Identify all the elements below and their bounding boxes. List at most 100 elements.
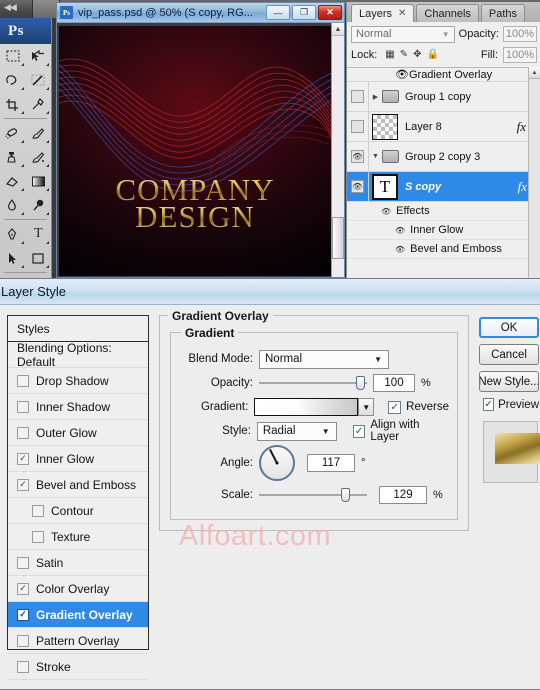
ok-button[interactable]: OK (479, 317, 539, 338)
style-item-inner-shadow[interactable]: Inner Shadow (8, 394, 148, 420)
angle-dial[interactable] (259, 445, 295, 481)
checkbox[interactable] (17, 556, 29, 569)
style-item-pattern-overlay[interactable]: Pattern Overlay (8, 628, 148, 654)
style-item-stroke[interactable]: Stroke (8, 654, 148, 680)
scale-slider[interactable] (259, 487, 367, 503)
style-item-contour[interactable]: Contour (8, 498, 148, 524)
reverse-checkbox-row[interactable]: ✓ Reverse (388, 400, 449, 414)
scroll-up-icon[interactable]: ▲ (332, 23, 344, 36)
table-row[interactable]: 👁 ▼ Group 2 copy 3 (347, 142, 540, 172)
style-item-texture[interactable]: Texture (8, 524, 148, 550)
chevron-down-icon[interactable]: ▼ (442, 30, 450, 39)
slider-knob[interactable] (356, 376, 365, 390)
close-button[interactable]: ✕ (318, 5, 342, 20)
close-icon[interactable]: ✕ (398, 8, 406, 19)
type-tool-icon[interactable]: T (26, 222, 52, 246)
opacity-slider[interactable] (259, 375, 367, 391)
history-brush-tool-icon[interactable] (26, 145, 52, 169)
style-item-outer-glow[interactable]: Outer Glow (8, 420, 148, 446)
canvas-vertical-scrollbar[interactable]: ▲ (331, 23, 344, 277)
transparency-lock-icon[interactable]: ▦ (385, 49, 394, 60)
style-item-satin[interactable]: Satin (8, 550, 148, 576)
tab-channels[interactable]: Channels (416, 4, 479, 22)
position-lock-icon[interactable]: ✥ (413, 49, 421, 60)
scroll-up-icon[interactable]: ▲ (529, 67, 540, 79)
shape-tool-icon[interactable] (26, 246, 52, 270)
visibility-cell[interactable]: 👁 (347, 82, 369, 111)
list-item[interactable]: 👁 Inner Glow (347, 221, 540, 240)
gradient-swatch[interactable] (254, 398, 359, 416)
checkbox[interactable] (32, 530, 44, 543)
crop-tool-icon[interactable] (0, 92, 26, 116)
checkbox[interactable]: ✓ (17, 452, 29, 465)
pen-tool-icon[interactable] (0, 222, 26, 246)
chevron-down-icon[interactable]: ▼ (358, 398, 375, 416)
document-canvas[interactable]: COMPANY DESIGN (59, 26, 331, 276)
dodge-tool-icon[interactable] (26, 193, 52, 217)
style-item-bevel-and-emboss[interactable]: ✓ Bevel and Emboss (8, 472, 148, 498)
move-tool-icon[interactable] (26, 44, 52, 68)
fill-input[interactable]: 100% (503, 46, 537, 63)
brush-tool-icon[interactable] (26, 121, 52, 145)
blend-mode-select[interactable]: Normal ▼ (351, 25, 455, 43)
checkbox[interactable] (17, 400, 29, 413)
tab-layers[interactable]: Layers ✕ (351, 4, 415, 22)
eye-icon[interactable]: 👁 (381, 207, 391, 216)
style-item-blending-options[interactable]: Blending Options: Default (8, 341, 148, 369)
checkbox[interactable] (17, 426, 29, 439)
visibility-cell[interactable]: 👁 (347, 172, 369, 201)
layers-scrollbar[interactable]: ▲ (528, 67, 540, 278)
gradient-style-select[interactable]: Radial ▼ (256, 421, 337, 441)
chevron-down-icon[interactable]: ▼ (374, 355, 382, 364)
maximize-button[interactable]: ❐ (292, 5, 316, 20)
blend-mode-select[interactable]: Normal ▼ (259, 349, 389, 369)
eye-icon[interactable]: 👁 (351, 90, 364, 103)
chevron-down-icon[interactable]: ▼ (369, 153, 382, 160)
checkbox[interactable]: ✓ (352, 424, 366, 438)
all-lock-icon[interactable]: 🔒 (427, 49, 439, 60)
style-item-gradient-overlay[interactable]: ✓ Gradient Overlay (8, 602, 148, 628)
minimize-button[interactable]: — (266, 5, 290, 20)
chevron-right-icon[interactable]: ▶ (369, 93, 382, 101)
checkbox[interactable] (17, 374, 29, 387)
gradient-picker[interactable]: ▼ (254, 398, 375, 416)
clone-stamp-tool-icon[interactable] (0, 145, 26, 169)
angle-input[interactable]: 117 (307, 454, 355, 472)
collapse-panels-icon[interactable]: ◀◀ (4, 2, 17, 13)
style-item-color-overlay[interactable]: ✓ Color Overlay (8, 576, 148, 602)
checkbox[interactable] (32, 504, 44, 517)
marquee-tool-icon[interactable] (0, 44, 26, 68)
chevron-down-icon[interactable]: ▼ (322, 427, 330, 436)
cancel-button[interactable]: Cancel (479, 344, 539, 365)
style-item-drop-shadow[interactable]: Drop Shadow (8, 368, 148, 394)
preview-checkbox-row[interactable]: ✓ Preview (479, 398, 539, 411)
scale-input[interactable]: 129 (379, 486, 427, 504)
eye-icon[interactable]: 👁 (351, 150, 364, 163)
lasso-tool-icon[interactable] (0, 68, 26, 92)
document-title-bar[interactable]: Ps vip_pass.psd @ 50% (S copy, RG... — ❐… (57, 3, 344, 23)
eyedropper-tool-icon[interactable] (26, 92, 52, 116)
table-row[interactable]: 👁 ▶ Group 1 copy (347, 82, 540, 112)
eye-icon[interactable]: 👁 (351, 120, 364, 133)
eye-icon[interactable]: 👁 (395, 68, 409, 81)
healing-brush-tool-icon[interactable] (0, 121, 26, 145)
checkbox[interactable] (17, 660, 29, 673)
eye-icon[interactable]: 👁 (395, 245, 405, 254)
opacity-input[interactable]: 100 (373, 374, 415, 392)
checkbox[interactable] (17, 634, 29, 647)
eye-icon[interactable]: 👁 (351, 180, 364, 193)
table-row[interactable]: 👁 T S copy fx ▲ (347, 172, 540, 202)
path-selection-tool-icon[interactable] (0, 246, 26, 270)
checkbox[interactable]: ✓ (17, 608, 29, 621)
blur-tool-icon[interactable] (0, 193, 26, 217)
scrollbar-thumb[interactable] (332, 217, 344, 259)
checkbox[interactable]: ✓ (17, 478, 29, 491)
visibility-cell[interactable]: 👁 (347, 142, 369, 171)
dialog-title-bar[interactable]: Layer Style (0, 279, 540, 305)
image-lock-icon[interactable]: ✎ (400, 49, 408, 60)
checkbox[interactable]: ✓ (17, 582, 29, 595)
eraser-tool-icon[interactable] (0, 169, 26, 193)
eye-icon[interactable]: 👁 (395, 226, 405, 235)
magic-wand-tool-icon[interactable] (26, 68, 52, 92)
opacity-input[interactable]: 100% (503, 26, 537, 42)
